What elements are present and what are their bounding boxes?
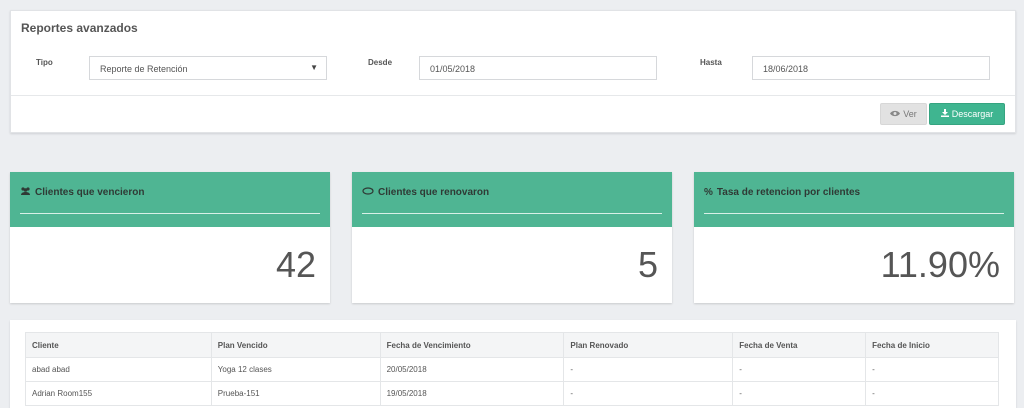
chevron-down-icon: ▼ xyxy=(310,63,318,72)
tipo-select[interactable]: Reporte de Retención ▼ xyxy=(89,56,327,80)
card-header: Clientes que vencieron xyxy=(10,172,330,227)
stat-card-renovaron: Clientes que renovaron 5 xyxy=(352,172,672,303)
panel-divider xyxy=(11,95,1015,96)
table-cell: - xyxy=(563,357,734,382)
column-header[interactable]: Fecha de Inicio xyxy=(865,332,999,358)
table-row[interactable]: Adrian Room155 Prueba-151 19/05/2018 - -… xyxy=(25,381,999,406)
card-value: 5 xyxy=(637,244,658,285)
hasta-input[interactable]: 18/06/2018 xyxy=(752,56,990,80)
ver-label: Ver xyxy=(903,109,917,119)
card-title-text: Tasa de retencion por clientes xyxy=(716,187,861,198)
tipo-select-value: Reporte de Retención xyxy=(100,64,188,74)
column-header[interactable]: Plan Vencido xyxy=(210,332,381,358)
column-header[interactable]: Fecha de Venta xyxy=(732,332,867,358)
table-cell: abad abad xyxy=(25,357,212,382)
table-cell: - xyxy=(865,357,999,382)
table-cell: 20/05/2018 xyxy=(379,357,565,382)
users-icon xyxy=(20,187,31,198)
table-cell: - xyxy=(865,381,999,406)
stat-card-tasa: % Tasa de retencion por clientes 11.90% xyxy=(694,172,1014,303)
card-value: 42 xyxy=(275,244,316,285)
panel-title: Reportes avanzados xyxy=(21,21,138,35)
table-cell: Prueba-151 xyxy=(210,381,381,406)
eye-icon xyxy=(890,109,901,119)
descargar-button[interactable]: Descargar xyxy=(929,103,1005,125)
download-icon xyxy=(940,109,949,119)
card-divider xyxy=(20,213,320,214)
desde-input[interactable]: 01/05/2018 xyxy=(419,56,657,80)
column-header[interactable]: Fecha de Vencimiento xyxy=(379,332,565,358)
card-title-text: Clientes que vencieron xyxy=(35,187,145,198)
tipo-label: Tipo xyxy=(36,58,53,67)
ver-button[interactable]: Ver xyxy=(880,103,927,125)
table-cell: - xyxy=(732,357,867,382)
results-panel: Cliente Plan Vencido Fecha de Vencimient… xyxy=(10,320,1016,408)
card-value: 11.90% xyxy=(880,244,1000,285)
card-divider xyxy=(362,213,662,214)
table-cell: - xyxy=(732,381,867,406)
column-header[interactable]: Plan Renovado xyxy=(563,332,734,358)
filters-panel: Reportes avanzados Tipo Reporte de Reten… xyxy=(10,10,1016,133)
card-divider xyxy=(704,213,1004,214)
table-cell: Adrian Room155 xyxy=(25,381,212,406)
table-cell: - xyxy=(563,381,734,406)
hasta-label: Hasta xyxy=(700,58,722,67)
table-cell: 19/05/2018 xyxy=(379,381,565,406)
card-title: Clientes que vencieron xyxy=(20,187,144,198)
refresh-icon xyxy=(362,187,374,198)
table-cell: Yoga 12 clases xyxy=(210,357,381,382)
card-title: Clientes que renovaron xyxy=(362,187,489,198)
table-header-row: Cliente Plan Vencido Fecha de Vencimient… xyxy=(25,332,999,358)
desde-label: Desde xyxy=(368,58,393,67)
percent-icon: % xyxy=(704,187,713,198)
card-title-text: Clientes que renovaron xyxy=(378,187,490,198)
table-row[interactable]: abad abad Yoga 12 clases 20/05/2018 - - … xyxy=(25,357,999,382)
card-header: % Tasa de retencion por clientes xyxy=(694,172,1014,227)
descargar-label: Descargar xyxy=(951,109,994,119)
results-table: Cliente Plan Vencido Fecha de Vencimient… xyxy=(25,332,999,406)
column-header[interactable]: Cliente xyxy=(25,332,212,358)
card-title: % Tasa de retencion por clientes xyxy=(704,187,860,198)
stat-card-vencieron: Clientes que vencieron 42 xyxy=(10,172,330,303)
card-header: Clientes que renovaron xyxy=(352,172,672,227)
